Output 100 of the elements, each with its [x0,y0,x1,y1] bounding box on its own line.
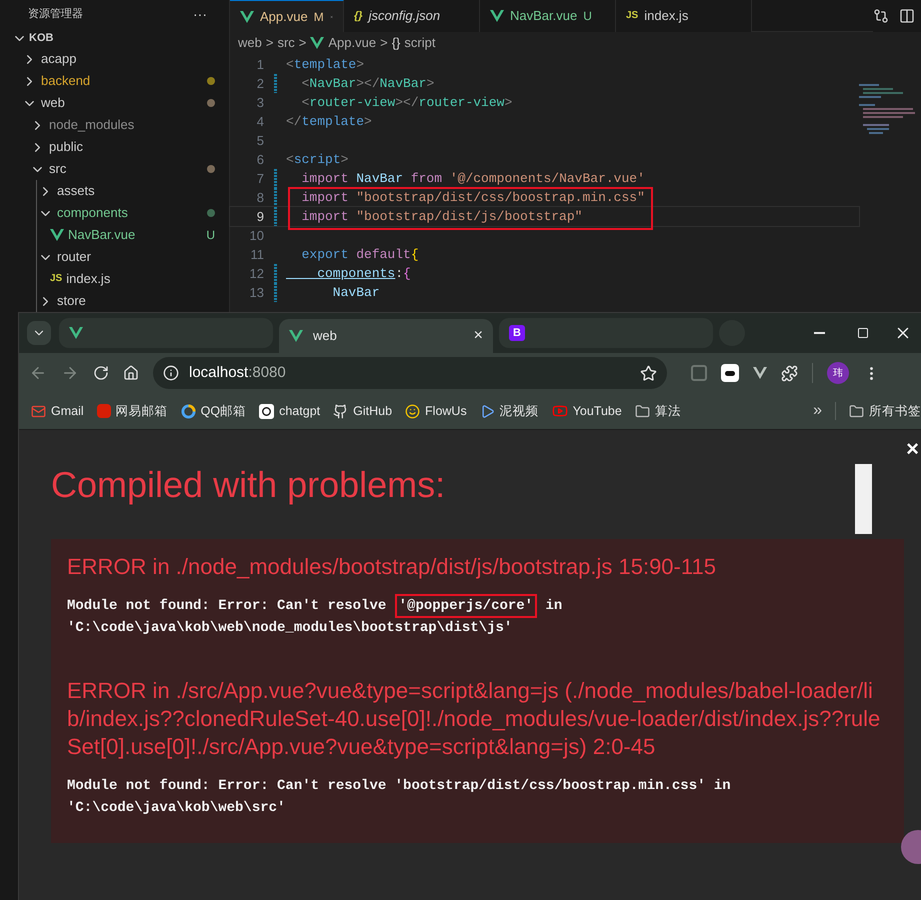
compare-changes-icon[interactable] [873,8,889,24]
play-icon [480,404,495,418]
folder-icon [849,404,864,418]
split-editor-icon[interactable] [899,8,915,24]
tab-search-button[interactable] [27,321,51,345]
code-token: export [300,246,348,262]
more-actions-button[interactable]: ··· [193,4,207,25]
bookmark-star-icon[interactable] [640,364,657,382]
mail-icon [31,404,46,418]
js-file-icon: JS [50,274,62,284]
folder-name[interactable]: backend [41,71,90,91]
bookmark-link[interactable]: GitHub [353,402,392,420]
code-token: ></ [395,94,419,110]
bookmark-link[interactable]: YouTube [572,402,622,420]
code-token: < [300,76,310,91]
extensions-icon[interactable] [781,364,798,382]
url-text[interactable]: localhost:8080 [189,362,286,384]
home-button[interactable] [123,365,139,381]
code-token: < [300,94,310,110]
extension-icon[interactable] [721,364,739,382]
code-token: { [410,246,419,262]
code-token: NavBar [332,284,380,300]
code-token: > [364,114,372,129]
breadcrumb-item[interactable]: script [404,33,436,53]
braces-icon: {} [392,33,400,53]
breadcrumb-item[interactable]: src [277,33,295,53]
code-token: template [302,114,364,129]
breadcrumb-item[interactable]: web [238,33,262,53]
line-number: 11 [250,246,264,264]
ring-logo-icon [180,404,196,418]
browser-tab[interactable]: web × [279,319,493,353]
code-token: > [504,94,512,110]
line-number: 2 [256,74,264,93]
browser-tab[interactable]: B [499,318,713,348]
code-token: import [300,170,348,186]
bookmark-link[interactable]: Gmail [51,402,84,420]
tab-close-icon[interactable]: × [474,324,483,348]
code-token: NavBar [355,170,404,186]
editor-tab[interactable]: App.vue M [230,0,344,32]
code-token: components [316,266,396,281]
bookmark-link[interactable]: FlowUs [425,402,467,420]
code-token: script [294,152,341,167]
code-token: template [294,56,356,72]
breadcrumb-item[interactable]: App.vue [328,33,376,53]
code-token: </ [286,114,302,129]
close-overlay-button[interactable]: × [906,438,919,460]
youtube-icon [552,403,568,419]
overlay-title: Compiled with problems: [51,463,446,507]
bookmark-link[interactable]: 网易邮箱 [116,402,168,420]
code-token: import [300,190,348,205]
project-name[interactable]: KOB [29,30,54,46]
folder-name[interactable]: router [57,247,91,267]
smiley-icon [405,404,420,418]
explorer-title: 资源管理器 [28,6,83,22]
minimap [859,84,915,134]
site-info-icon[interactable] [163,365,179,381]
folder-name[interactable]: src [49,159,66,179]
code-token: "bootstrap/dist/css/boostrap.min.css" [355,190,645,205]
bootstrap-favicon: B [509,325,525,341]
more-bookmarks-button[interactable]: » [813,399,822,423]
folder-name[interactable]: node_modules [49,115,134,135]
code-token: "bootstrap/dist/js/bootstrap" [355,208,582,224]
vue-logo-icon [490,10,504,22]
maximize-icon [857,327,869,339]
folder-name[interactable]: web [41,93,65,113]
vue-logo-icon [69,327,83,339]
code-token: : [395,266,404,281]
json-file-icon: {} [354,10,363,22]
bookmark-link[interactable]: 所有书签 [869,402,921,420]
knot-logo-icon [259,404,274,418]
reload-button[interactable] [93,365,109,381]
line-number: 6 [256,150,264,169]
code-token: NavBar [380,76,426,91]
bookmark-link[interactable]: 泥视频 [500,402,539,420]
line-number: 1 [256,56,264,74]
vue-extension-icon [753,367,767,379]
folder-name[interactable]: acapp [41,49,76,69]
line-number: 4 [256,112,264,131]
error-header: ERROR in ./node_modules/bootstrap/dist/js/bootstrap.js 15:90-115 [67,553,717,581]
bookmark-link[interactable]: chatgpt [279,402,320,420]
folder-name[interactable]: store [57,291,86,311]
file-name[interactable]: NavBar.vue [68,225,136,245]
bookmark-link[interactable]: QQ邮箱 [200,402,246,420]
code-token: < [286,56,294,72]
minimize-icon [814,332,824,334]
code-token: > [426,76,434,91]
file-name[interactable]: index.js [66,269,110,289]
forward-button[interactable] [61,364,79,382]
folder-name[interactable]: public [49,137,83,157]
code-token: import [300,208,348,224]
folder-name[interactable]: components [57,203,128,223]
code-token: < [286,152,294,167]
folder-name[interactable]: assets [57,181,95,201]
js-file-icon: JS [626,11,638,21]
back-button[interactable] [29,364,47,382]
bookmark-link[interactable]: 算法 [654,402,681,420]
error-header: ERROR in ./src/App.vue?vue&type=script&lang=js (./node_modules/babel-loader/lib/index.js??clonedRuleSet-40.use[0]!./node_modules/vue-loader/dist/index.js??ruleSet[0].use[0]!./src/App.vue?vue&type=script&lang=js) 2:0-45 [67,677,882,761]
profile-avatar[interactable]: 玮 [827,362,849,384]
error-message: Module not found: Error: Can't resolve 'bootstrap/dist/css/boostrap.min.css' in 'C:\code\java\kob\web\src' [67,777,732,818]
vue-logo-icon [310,37,324,49]
